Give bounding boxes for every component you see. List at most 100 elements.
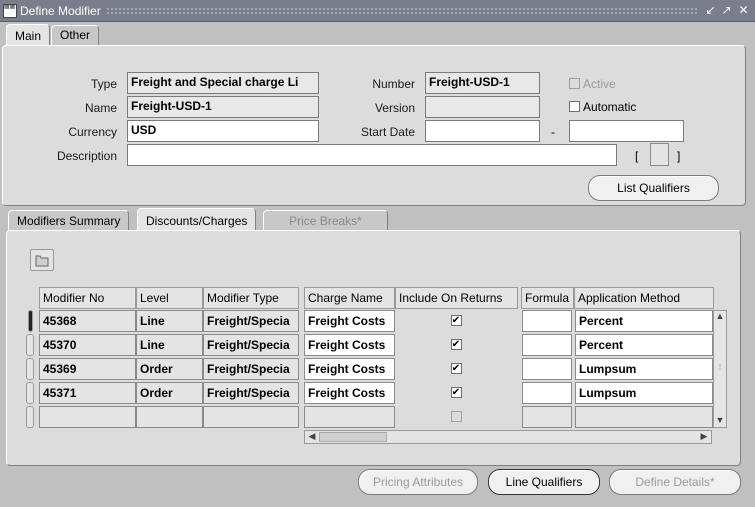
- tab-main-label: Main: [15, 29, 42, 43]
- end-date-field[interactable]: [569, 120, 684, 142]
- cell-level[interactable]: Order: [136, 358, 203, 380]
- include-on-returns-checkbox[interactable]: ✔: [450, 315, 462, 326]
- cell-include-on-returns[interactable]: ✔: [395, 310, 518, 332]
- list-qualifiers-button[interactable]: List Qualifiers: [588, 175, 719, 201]
- type-field[interactable]: Freight and Special charge Li: [127, 72, 319, 94]
- row-indicator[interactable]: [26, 334, 34, 356]
- col-modifier-type[interactable]: Modifier Type: [203, 287, 299, 309]
- cell-modifier-no[interactable]: 45371: [39, 382, 136, 404]
- col-include-on-returns[interactable]: Include On Returns: [395, 287, 518, 309]
- cell-modifier-no[interactable]: [39, 406, 136, 428]
- tab-modifiers-summary-label: Modifiers Summary: [17, 214, 121, 228]
- cell-modifier-no[interactable]: 45368: [39, 310, 136, 332]
- cell-modifier-no[interactable]: 45369: [39, 358, 136, 380]
- col-formula[interactable]: Formula: [521, 287, 574, 309]
- row-indicator[interactable]: [28, 310, 33, 332]
- line-qualifiers-button[interactable]: Line Qualifiers: [488, 469, 600, 495]
- cell-modifier-type[interactable]: Freight/Specia: [203, 358, 299, 380]
- number-field[interactable]: Freight-USD-1: [425, 72, 540, 94]
- cell-level[interactable]: Line: [136, 334, 203, 356]
- title-bar: ▦▦▦ Define Modifier ↙ ↗ ✕: [0, 0, 755, 22]
- cell-application-method[interactable]: Percent: [575, 334, 713, 356]
- name-field[interactable]: Freight-USD-1: [127, 96, 319, 118]
- row-indicator[interactable]: [26, 406, 34, 428]
- close-icon[interactable]: ✕: [736, 3, 751, 18]
- cell-formula[interactable]: [522, 406, 572, 428]
- cell-formula[interactable]: [522, 334, 572, 356]
- cell-charge-name[interactable]: Freight Costs: [304, 382, 395, 404]
- cell-formula[interactable]: [522, 358, 572, 380]
- vertical-scrollbar[interactable]: ▲ ⋮ ▼: [713, 310, 727, 428]
- name-label: Name: [84, 101, 117, 115]
- scroll-thumb-grip[interactable]: ⋮: [715, 363, 725, 377]
- tab-price-breaks[interactable]: Price Breaks*: [263, 210, 388, 231]
- folder-icon: [35, 255, 49, 267]
- include-on-returns-checkbox[interactable]: ✔: [450, 339, 462, 350]
- row-indicator[interactable]: [26, 358, 34, 380]
- col-modifier-no[interactable]: Modifier No: [39, 287, 136, 309]
- flexfield-bracket-close: ]: [677, 149, 681, 163]
- cell-level[interactable]: Line: [136, 310, 203, 332]
- horizontal-scrollbar[interactable]: ◀ ▶: [304, 430, 712, 444]
- version-field[interactable]: [425, 96, 540, 118]
- cell-charge-name[interactable]: Freight Costs: [304, 334, 395, 356]
- cell-charge-name[interactable]: Freight Costs: [304, 358, 395, 380]
- cell-application-method[interactable]: Lumpsum: [575, 382, 713, 404]
- cell-level[interactable]: Order: [136, 382, 203, 404]
- col-charge-name[interactable]: Charge Name: [304, 287, 395, 309]
- pricing-attributes-button[interactable]: Pricing Attributes: [358, 469, 478, 495]
- number-label: Number: [372, 77, 415, 91]
- start-date-label: Start Date: [360, 125, 415, 139]
- tab-discounts-charges[interactable]: Discounts/Charges: [137, 208, 257, 232]
- tab-other-label: Other: [60, 28, 91, 42]
- active-label: Active: [583, 77, 616, 91]
- date-range-dash: -: [551, 125, 555, 139]
- cell-formula[interactable]: [522, 382, 572, 404]
- window-title: Define Modifier: [20, 4, 101, 18]
- scroll-left-icon[interactable]: ◀: [306, 431, 318, 443]
- start-date-field[interactable]: [425, 120, 540, 142]
- app-icon: ▦▦▦: [3, 4, 17, 18]
- cell-application-method[interactable]: Lumpsum: [575, 358, 713, 380]
- tab-main[interactable]: Main: [6, 24, 51, 47]
- define-details-button[interactable]: Define Details*: [609, 469, 741, 495]
- row-indicator[interactable]: [26, 382, 34, 404]
- cell-charge-name[interactable]: [304, 406, 395, 428]
- cell-include-on-returns[interactable]: [395, 406, 518, 428]
- type-label: Type: [90, 77, 117, 91]
- cell-modifier-no[interactable]: 45370: [39, 334, 136, 356]
- cell-charge-name[interactable]: Freight Costs: [304, 310, 395, 332]
- cell-modifier-type[interactable]: [203, 406, 299, 428]
- cell-application-method[interactable]: [575, 406, 713, 428]
- cell-include-on-returns[interactable]: ✔: [395, 334, 518, 356]
- folder-button[interactable]: [30, 249, 54, 271]
- automatic-checkbox[interactable]: [569, 101, 580, 112]
- cell-modifier-type[interactable]: Freight/Specia: [203, 382, 299, 404]
- include-on-returns-checkbox[interactable]: [450, 411, 462, 422]
- cell-level[interactable]: [136, 406, 203, 428]
- cell-modifier-type[interactable]: Freight/Specia: [203, 310, 299, 332]
- cell-modifier-type[interactable]: Freight/Specia: [203, 334, 299, 356]
- cell-include-on-returns[interactable]: ✔: [395, 358, 518, 380]
- col-level[interactable]: Level: [136, 287, 203, 309]
- cell-application-method[interactable]: Percent: [575, 310, 713, 332]
- flexfield-box[interactable]: [650, 143, 669, 166]
- include-on-returns-checkbox[interactable]: ✔: [450, 387, 462, 398]
- currency-field[interactable]: USD: [127, 120, 319, 142]
- description-field[interactable]: [127, 144, 617, 166]
- active-checkbox[interactable]: [569, 78, 580, 89]
- cell-include-on-returns[interactable]: ✔: [395, 382, 518, 404]
- scroll-up-icon[interactable]: ▲: [714, 311, 726, 323]
- col-application-method[interactable]: Application Method: [574, 287, 714, 309]
- maximize-icon[interactable]: ↗: [719, 3, 734, 18]
- minimize-icon[interactable]: ↙: [703, 3, 718, 18]
- tab-modifiers-summary[interactable]: Modifiers Summary: [8, 210, 130, 231]
- scroll-right-icon[interactable]: ▶: [698, 431, 710, 443]
- flexfield-bracket-open: [: [635, 149, 639, 163]
- tab-other[interactable]: Other: [51, 25, 100, 45]
- horizontal-scroll-thumb[interactable]: [319, 432, 387, 442]
- include-on-returns-checkbox[interactable]: ✔: [450, 363, 462, 374]
- cell-formula[interactable]: [522, 310, 572, 332]
- currency-label: Currency: [68, 125, 117, 139]
- scroll-down-icon[interactable]: ▼: [714, 415, 726, 427]
